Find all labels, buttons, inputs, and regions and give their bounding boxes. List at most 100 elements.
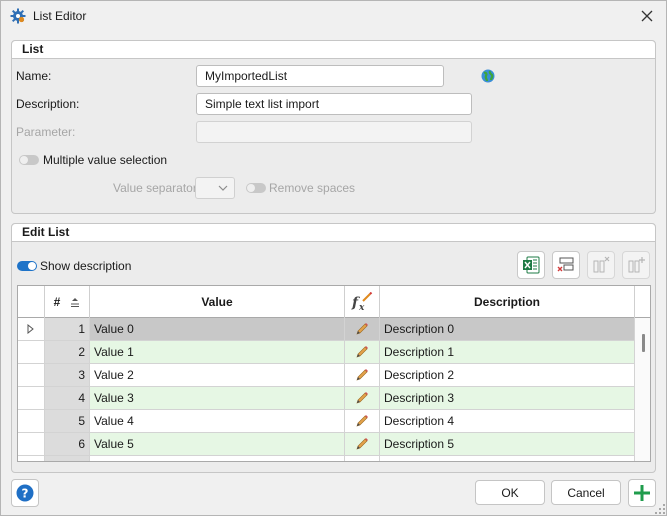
grid-header: # Value f x Description	[18, 286, 650, 318]
formula-cell[interactable]	[345, 433, 380, 456]
value-cell[interactable]: Value 0	[90, 318, 345, 341]
description-cell[interactable]: Description 1	[380, 341, 635, 364]
description-field[interactable]: Simple text list import	[196, 93, 472, 115]
pencil-icon	[356, 438, 368, 450]
table-row[interactable]: 4 Value 3 Description 3	[18, 387, 635, 410]
row-number-cell: 2	[45, 341, 90, 364]
formula-cell[interactable]	[345, 341, 380, 364]
globe-icon[interactable]	[481, 69, 495, 83]
description-cell[interactable]	[380, 456, 635, 461]
gear-icon	[10, 8, 26, 24]
table-row[interactable]: 3 Value 2 Description 2	[18, 364, 635, 387]
ok-button[interactable]: OK	[475, 480, 545, 505]
table-row[interactable]: 1 Value 0 Description 0	[18, 318, 635, 341]
pencil-icon	[356, 392, 368, 404]
value-cell[interactable]: Value 2	[90, 364, 345, 387]
remove-column-button[interactable]	[587, 251, 615, 279]
table-row[interactable]	[18, 456, 635, 462]
plus-icon	[634, 485, 650, 501]
value-cell[interactable]	[90, 456, 345, 461]
help-icon: ?	[16, 484, 34, 502]
remove-spaces-label: Remove spaces	[269, 181, 356, 195]
show-description-label: Show description	[40, 259, 132, 273]
close-icon	[641, 10, 653, 22]
grid-vertical-scrollbar[interactable]	[635, 318, 650, 461]
row-header[interactable]	[18, 433, 45, 456]
row-header[interactable]	[18, 318, 45, 341]
formula-cell[interactable]	[345, 318, 380, 341]
column-num-label: #	[53, 295, 61, 309]
remove-column-icon	[593, 256, 610, 273]
description-cell[interactable]: Description 3	[380, 387, 635, 410]
column-header-description[interactable]: Description	[380, 286, 635, 318]
column-header-value[interactable]: Value	[90, 286, 345, 318]
row-number-cell	[45, 456, 90, 461]
svg-text:x: x	[358, 303, 365, 312]
pencil-icon	[356, 415, 368, 427]
value-separator-label: Value separator	[113, 181, 197, 195]
title-bar: List Editor	[1, 1, 666, 31]
window-title: List Editor	[33, 9, 87, 23]
formula-cell[interactable]	[345, 364, 380, 387]
list-group-header: List	[12, 41, 655, 59]
description-cell[interactable]: Description 4	[380, 410, 635, 433]
close-button[interactable]	[635, 5, 659, 27]
formula-cell[interactable]	[345, 410, 380, 433]
pencil-icon	[356, 346, 368, 358]
multiple-selection-label: Multiple value selection	[43, 153, 168, 167]
value-cell[interactable]: Value 5	[90, 433, 345, 456]
scrollbar-thumb[interactable]	[642, 334, 645, 352]
show-description-toggle[interactable]	[17, 261, 37, 271]
list-grid[interactable]: # Value f x Description 1 Value 0 Descript…	[17, 285, 651, 462]
row-header[interactable]	[18, 387, 45, 410]
value-cell[interactable]: Value 1	[90, 341, 345, 364]
help-button[interactable]: ?	[11, 479, 39, 507]
parameter-field[interactable]	[196, 121, 472, 143]
add-column-icon	[628, 257, 645, 273]
add-column-button[interactable]	[622, 251, 650, 279]
formula-cell[interactable]	[345, 456, 380, 462]
table-row[interactable]: 6 Value 5 Description 5	[18, 433, 635, 456]
value-separator-select[interactable]	[195, 177, 235, 199]
sort-ascending-icon	[71, 297, 80, 307]
table-row[interactable]: 5 Value 4 Description 4	[18, 410, 635, 433]
current-row-indicator-icon	[27, 324, 34, 334]
row-header[interactable]	[18, 364, 45, 387]
pencil-icon	[356, 369, 368, 381]
add-row-button[interactable]	[628, 479, 656, 507]
row-number-cell: 5	[45, 410, 90, 433]
column-header-fx[interactable]: f x	[345, 286, 380, 318]
delete-rows-icon	[557, 257, 574, 272]
resize-grip-icon[interactable]	[655, 504, 665, 514]
parameter-label: Parameter:	[16, 125, 76, 139]
formula-cell[interactable]	[345, 387, 380, 410]
excel-export-icon	[523, 256, 540, 274]
value-cell[interactable]: Value 3	[90, 387, 345, 410]
row-number-cell: 3	[45, 364, 90, 387]
row-number-cell: 4	[45, 387, 90, 410]
description-label: Description:	[16, 97, 80, 111]
name-field[interactable]: MyImportedList	[196, 65, 444, 87]
edit-list-group-header: Edit List	[12, 224, 655, 242]
fx-icon: f x	[351, 292, 373, 312]
pencil-icon	[355, 460, 369, 462]
row-header[interactable]	[18, 410, 45, 433]
name-label: Name:	[16, 69, 52, 83]
delete-rows-button[interactable]	[552, 251, 580, 279]
value-cell[interactable]: Value 4	[90, 410, 345, 433]
chevron-down-icon	[218, 185, 228, 191]
table-row[interactable]: 2 Value 1 Description 1	[18, 341, 635, 364]
row-header[interactable]	[18, 341, 45, 364]
svg-text:?: ?	[22, 487, 29, 501]
description-cell[interactable]: Description 5	[380, 433, 635, 456]
description-cell[interactable]: Description 0	[380, 318, 635, 341]
excel-export-button[interactable]	[517, 251, 545, 279]
description-cell[interactable]: Description 2	[380, 364, 635, 387]
multiple-selection-toggle[interactable]	[19, 155, 39, 165]
row-header[interactable]	[18, 456, 45, 461]
cancel-button[interactable]: Cancel	[551, 480, 621, 505]
column-header-num[interactable]: #	[45, 286, 90, 318]
list-editor-window: List Editor List Name: MyImportedList De…	[0, 0, 667, 516]
row-header-corner	[18, 286, 45, 318]
remove-spaces-toggle[interactable]	[246, 183, 266, 193]
